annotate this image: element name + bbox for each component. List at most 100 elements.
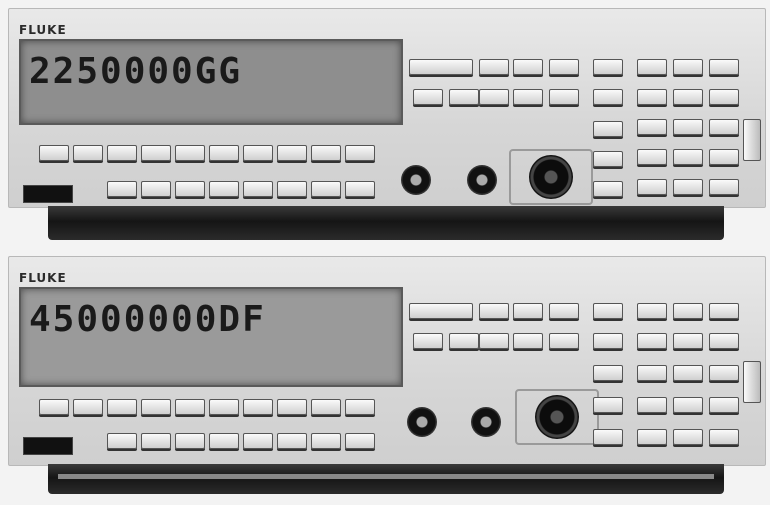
front-key[interactable]: [709, 365, 739, 381]
front-key[interactable]: [345, 181, 375, 197]
front-key[interactable]: [673, 149, 703, 165]
front-key[interactable]: [709, 333, 739, 349]
front-key[interactable]: [637, 303, 667, 319]
front-key[interactable]: [549, 333, 579, 349]
front-key[interactable]: [513, 333, 543, 349]
front-key[interactable]: [709, 429, 739, 445]
front-key[interactable]: [709, 303, 739, 319]
front-key[interactable]: [243, 433, 273, 449]
front-key[interactable]: [209, 181, 239, 197]
front-key[interactable]: [175, 145, 205, 161]
front-key[interactable]: [277, 399, 307, 415]
front-key[interactable]: [479, 59, 509, 75]
front-key[interactable]: [39, 145, 69, 161]
front-key[interactable]: [175, 433, 205, 449]
front-key[interactable]: [141, 181, 171, 197]
front-key[interactable]: [549, 59, 579, 75]
front-key[interactable]: [593, 429, 623, 445]
front-key[interactable]: [209, 145, 239, 161]
front-key[interactable]: [345, 399, 375, 415]
front-key[interactable]: [637, 179, 667, 195]
front-key[interactable]: [479, 89, 509, 105]
front-key[interactable]: [637, 89, 667, 105]
front-key[interactable]: [709, 119, 739, 135]
front-key[interactable]: [409, 303, 473, 319]
front-key[interactable]: [673, 397, 703, 413]
front-key[interactable]: [673, 89, 703, 105]
front-key[interactable]: [209, 399, 239, 415]
front-key[interactable]: [243, 399, 273, 415]
front-key[interactable]: [513, 89, 543, 105]
enter-key[interactable]: [743, 119, 761, 161]
front-key[interactable]: [141, 399, 171, 415]
front-key[interactable]: [345, 145, 375, 161]
front-key[interactable]: [141, 433, 171, 449]
front-key[interactable]: [243, 145, 273, 161]
front-key[interactable]: [209, 433, 239, 449]
front-key[interactable]: [709, 59, 739, 75]
front-key[interactable]: [637, 365, 667, 381]
front-key[interactable]: [413, 89, 443, 105]
front-key[interactable]: [673, 333, 703, 349]
front-key[interactable]: [311, 399, 341, 415]
card-slot: [23, 185, 73, 203]
front-key[interactable]: [549, 303, 579, 319]
front-key[interactable]: [449, 89, 479, 105]
front-key[interactable]: [593, 333, 623, 349]
front-key[interactable]: [513, 303, 543, 319]
lcd-display: 45000000DF: [19, 287, 403, 387]
front-key[interactable]: [637, 59, 667, 75]
front-key[interactable]: [311, 433, 341, 449]
front-key[interactable]: [593, 303, 623, 319]
front-key[interactable]: [593, 365, 623, 381]
front-key[interactable]: [73, 399, 103, 415]
front-key[interactable]: [637, 119, 667, 135]
front-key[interactable]: [673, 119, 703, 135]
instrument-base: [48, 206, 724, 240]
front-key[interactable]: [637, 149, 667, 165]
front-key[interactable]: [277, 145, 307, 161]
front-key[interactable]: [107, 433, 137, 449]
front-key[interactable]: [73, 145, 103, 161]
front-key[interactable]: [593, 121, 623, 137]
front-key[interactable]: [413, 333, 443, 349]
front-key[interactable]: [479, 333, 509, 349]
front-key[interactable]: [243, 181, 273, 197]
front-key[interactable]: [709, 89, 739, 105]
front-key[interactable]: [277, 181, 307, 197]
front-key[interactable]: [409, 59, 473, 75]
front-key[interactable]: [673, 365, 703, 381]
front-key[interactable]: [673, 429, 703, 445]
front-key[interactable]: [593, 397, 623, 413]
front-key[interactable]: [593, 151, 623, 167]
front-key[interactable]: [637, 333, 667, 349]
front-key[interactable]: [39, 399, 69, 415]
front-key[interactable]: [141, 145, 171, 161]
enter-key[interactable]: [743, 361, 761, 403]
base-rail: [58, 474, 714, 479]
front-key[interactable]: [709, 179, 739, 195]
front-key[interactable]: [107, 399, 137, 415]
front-key[interactable]: [107, 145, 137, 161]
front-key[interactable]: [479, 303, 509, 319]
front-key[interactable]: [593, 181, 623, 197]
front-key[interactable]: [175, 181, 205, 197]
front-key[interactable]: [277, 433, 307, 449]
front-key[interactable]: [513, 59, 543, 75]
front-key[interactable]: [673, 303, 703, 319]
front-key[interactable]: [311, 145, 341, 161]
front-key[interactable]: [175, 399, 205, 415]
front-key[interactable]: [709, 397, 739, 413]
front-key[interactable]: [107, 181, 137, 197]
front-key[interactable]: [673, 179, 703, 195]
front-key[interactable]: [593, 59, 623, 75]
front-key[interactable]: [345, 433, 375, 449]
front-key[interactable]: [673, 59, 703, 75]
front-key[interactable]: [709, 149, 739, 165]
front-key[interactable]: [549, 89, 579, 105]
front-key[interactable]: [449, 333, 479, 349]
front-key[interactable]: [593, 89, 623, 105]
front-key[interactable]: [637, 397, 667, 413]
front-key[interactable]: [637, 429, 667, 445]
front-key[interactable]: [311, 181, 341, 197]
